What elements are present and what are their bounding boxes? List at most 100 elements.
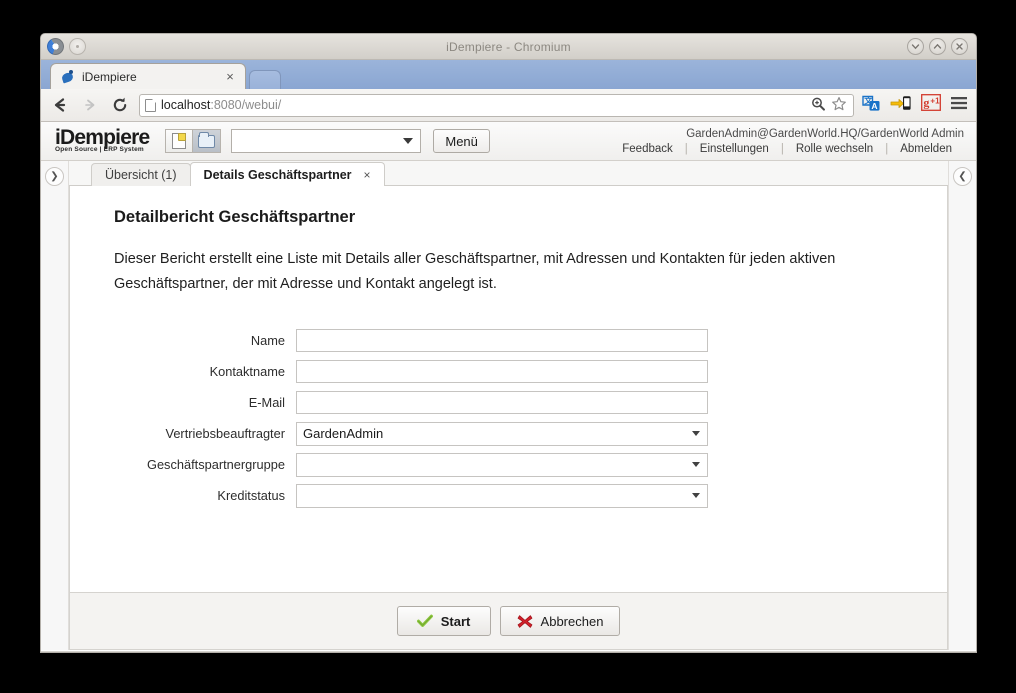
zoom-in-icon[interactable] (810, 96, 826, 115)
window-titlebar: iDempiere - Chromium (41, 34, 976, 60)
open-folder-icon (198, 131, 216, 148)
tab-uebersicht[interactable]: Übersicht (1) (91, 163, 191, 186)
name-input[interactable] (296, 329, 708, 352)
chevron-right-icon[interactable]: ❯ (45, 167, 64, 186)
browser-window: iDempiere - Chromium iDempiere × localho… (40, 33, 977, 653)
browser-toolbar: localhost:8080/webui/ 文 A g +1 (41, 89, 976, 122)
idempiere-favicon-icon (61, 69, 75, 84)
logo-wordmark: iDempiere (55, 126, 150, 149)
page-title: Detailbericht Geschäftspartner (114, 208, 356, 226)
window-menu-icon[interactable] (69, 38, 86, 55)
forward-arrow-icon[interactable] (79, 94, 101, 116)
reload-icon[interactable] (109, 94, 131, 116)
browser-tab[interactable]: iDempiere × (50, 63, 246, 89)
start-button-label: Start (440, 613, 471, 629)
link-feedback[interactable]: Feedback (610, 143, 685, 155)
window-controls (907, 38, 976, 55)
browser-tabstrip: iDempiere × (41, 60, 976, 89)
form-row-name: Name (114, 325, 921, 356)
browser-tab-close-icon[interactable]: × (223, 70, 237, 84)
page-document-icon (145, 98, 156, 112)
kontaktname-input[interactable] (296, 360, 708, 383)
start-button[interactable]: Start (396, 606, 491, 636)
page-viewport: iDempiere Open Source | ERP System Menü … (41, 122, 976, 651)
url-bar[interactable]: localhost:8080/webui/ (139, 93, 854, 117)
form-row-vertriebsbeauftragter: Vertriebsbeauftragter GardenAdmin (114, 418, 921, 449)
label-geschaeftspartnergruppe: Geschäftspartnergruppe (146, 457, 285, 472)
logo-tagline: Open Source | ERP System (55, 146, 144, 153)
chromium-logo-icon (47, 38, 64, 55)
label-vertriebsbeauftragter: Vertriebsbeauftragter (165, 426, 285, 441)
tab-label: Übersicht (1) (105, 168, 177, 182)
email-input[interactable] (296, 391, 708, 414)
chevron-down-icon (692, 493, 700, 498)
label-kreditstatus: Kreditstatus (217, 488, 285, 503)
left-sidebar-rail: ❯ (41, 161, 69, 650)
right-sidebar-rail: ❮ (948, 161, 976, 650)
link-rolle-wechseln[interactable]: Rolle wechseln (784, 143, 885, 155)
tab-details-geschaeftspartner[interactable]: Details Geschäftspartner × (189, 162, 385, 186)
vertriebsbeauftragter-select[interactable]: GardenAdmin (296, 421, 708, 446)
cancel-button-label: Abbrechen (540, 613, 604, 629)
app-header-right: GardenAdmin@GardenWorld.HQ/GardenWorld A… (610, 128, 964, 155)
link-einstellungen[interactable]: Einstellungen (688, 143, 781, 155)
report-panel-footer: Start Abbrechen (70, 592, 947, 649)
idempiere-logo: iDempiere Open Source | ERP System (55, 126, 150, 154)
label-email: E-Mail (248, 395, 285, 410)
select-value: GardenAdmin (303, 426, 384, 441)
form-row-kontaktname: Kontaktname (114, 356, 921, 387)
link-abmelden[interactable]: Abmelden (888, 143, 964, 155)
green-check-icon (416, 614, 433, 628)
tab-label: Details Geschäftspartner (203, 167, 352, 182)
new-document-button[interactable] (165, 129, 194, 153)
hamburger-menu-icon[interactable] (950, 95, 968, 116)
app-header-links: Feedback | Einstellungen | Rolle wechsel… (610, 143, 964, 155)
report-panel: Detailbericht Geschäftspartner Dieser Be… (69, 186, 948, 650)
browser-extension-icons: 文 A g +1 (862, 94, 968, 117)
svg-text:g: g (923, 95, 929, 109)
cancel-button[interactable]: Abbrechen (499, 606, 621, 636)
open-folder-button[interactable] (193, 129, 222, 153)
close-button[interactable] (951, 38, 968, 55)
url-text: localhost:8080/webui/ (161, 98, 805, 112)
global-search-select[interactable] (231, 129, 422, 153)
label-name: Name (250, 333, 285, 348)
app-tab-bar: Übersicht (1) Details Geschäftspartner × (69, 161, 948, 186)
new-document-icon (172, 133, 187, 149)
report-description: Dieser Bericht erstellt eine Liste mit D… (114, 251, 836, 292)
svg-text:A: A (871, 101, 877, 111)
tab-close-icon[interactable]: × (364, 168, 371, 182)
send-to-mobile-icon[interactable] (890, 94, 912, 117)
url-path: :8080/webui/ (210, 98, 282, 112)
window-title: iDempiere - Chromium (446, 39, 571, 54)
form-row-geschaeftspartnergruppe: Geschäftspartnergruppe (114, 449, 921, 480)
report-panel-body: Detailbericht Geschäftspartner Dieser Be… (70, 186, 947, 592)
chevron-down-icon (692, 462, 700, 467)
back-arrow-icon[interactable] (49, 94, 71, 116)
kreditstatus-select[interactable] (296, 483, 708, 508)
red-x-icon (517, 614, 533, 629)
titlebar-left-icons (41, 38, 86, 55)
menu-button[interactable]: Menü (433, 129, 490, 153)
app-header: iDempiere Open Source | ERP System Menü … (41, 122, 976, 161)
svg-text:+1: +1 (930, 96, 940, 105)
chevron-down-icon (692, 431, 700, 436)
maximize-button[interactable] (929, 38, 946, 55)
url-host: localhost (161, 98, 211, 112)
chevron-down-icon (403, 138, 414, 144)
geschaeftspartnergruppe-select[interactable] (296, 452, 708, 477)
google-plus-one-icon[interactable]: g +1 (921, 94, 941, 116)
minimize-button[interactable] (907, 38, 924, 55)
center-column: Übersicht (1) Details Geschäftspartner ×… (69, 161, 948, 650)
chevron-left-icon[interactable]: ❮ (953, 167, 972, 186)
browser-tab-title: iDempiere (82, 69, 137, 84)
new-tab-button[interactable] (249, 70, 281, 89)
form-row-kreditstatus: Kreditstatus (114, 480, 921, 511)
url-bar-icons (810, 96, 848, 115)
report-parameter-form: Name Kontaktname E-Mail Vertriebsbeauftr… (114, 325, 921, 511)
translate-icon[interactable]: 文 A (862, 94, 881, 117)
star-icon[interactable] (831, 96, 847, 115)
form-row-email: E-Mail (114, 387, 921, 418)
work-area: ❯ Übersicht (1) Details Geschäftspartner… (41, 161, 976, 650)
user-context-label: GardenAdmin@GardenWorld.HQ/GardenWorld A… (686, 127, 964, 140)
